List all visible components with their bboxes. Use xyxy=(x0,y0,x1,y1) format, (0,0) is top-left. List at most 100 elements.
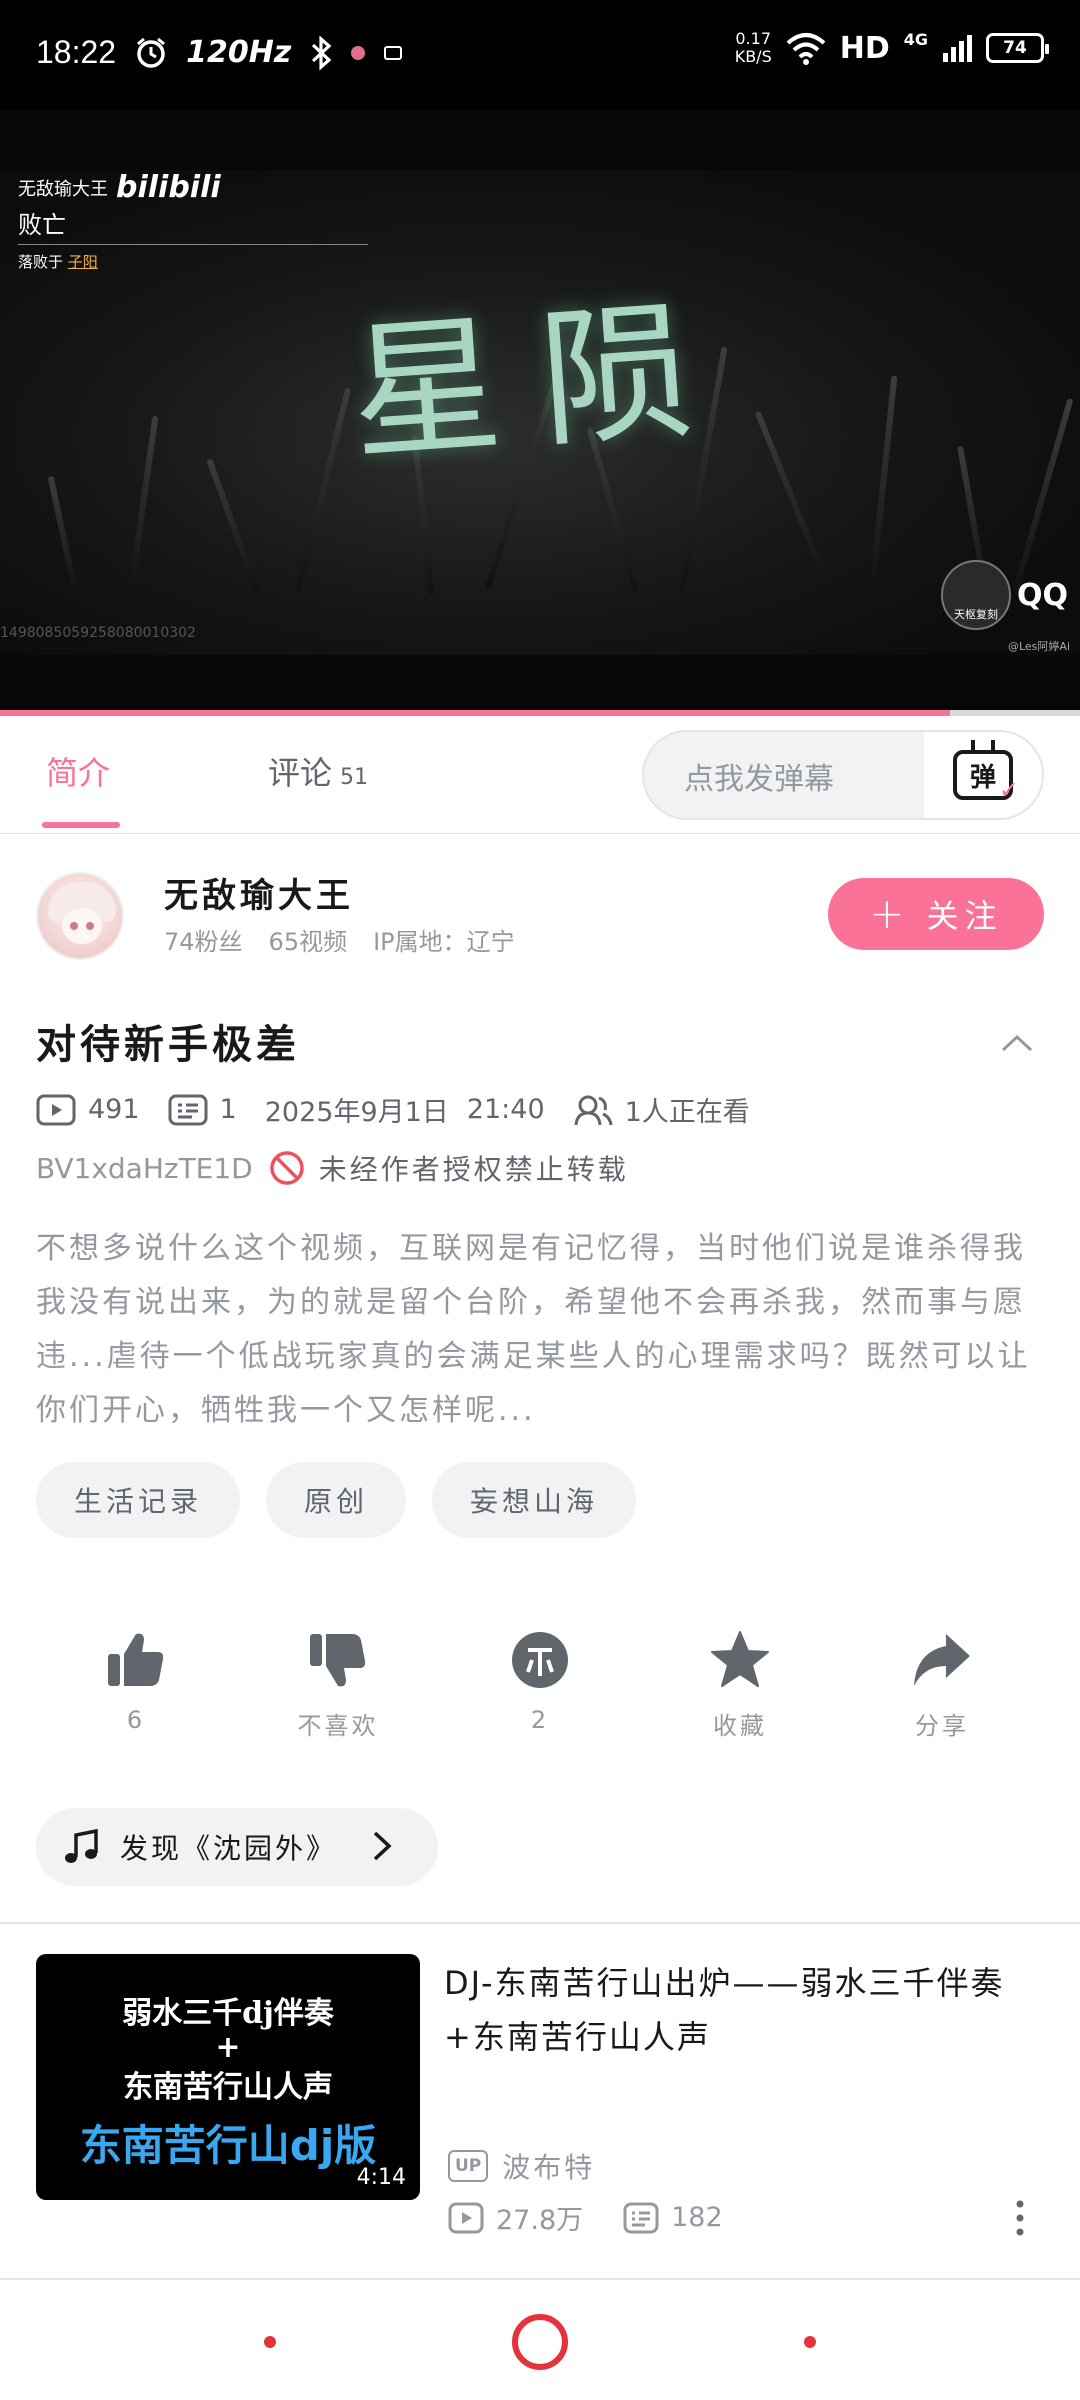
repost-notice: 未经作者授权禁止转载 xyxy=(318,1153,629,1186)
qq-watermark: 天枢复刻 QQ xyxy=(940,560,1068,630)
video-id-watermark: 1498085059258080010302 xyxy=(0,625,196,641)
statue-icon: 天枢复刻 xyxy=(940,560,1011,630)
check-icon: ✓ xyxy=(998,776,1019,804)
watching-now: 1人正在看 xyxy=(624,1097,750,1128)
music-note-icon xyxy=(65,1828,98,1863)
section-divider xyxy=(0,1922,1080,1924)
recommended-title[interactable]: DJ-东南苦行山出炉——弱水三千伴奏+东南苦行山人声 xyxy=(444,1956,1034,2064)
bvid-row: BV1xdaHzTE1D 未经作者授权禁止转载 xyxy=(36,1148,629,1188)
share-button[interactable]: 分享 xyxy=(872,1628,1012,1741)
thumb-line-3: 东南苦行山人声 xyxy=(123,2070,333,2105)
danmaku-toggle-button[interactable]: 弹 ✓ xyxy=(924,732,1042,818)
screen-notification-icon xyxy=(384,45,403,60)
uploader-meta: 74粉丝 65视频 IP属地：辽宁 xyxy=(164,922,515,957)
tab-comments-label: 评论 xyxy=(268,754,333,792)
wifi-icon xyxy=(786,33,826,65)
video-title: 对待新手极差 xyxy=(36,1022,300,1068)
tag-item[interactable]: 原创 xyxy=(266,1462,407,1538)
more-vertical-icon[interactable] xyxy=(1012,2198,1028,2238)
bvid[interactable]: BV1xdaHzTE1D xyxy=(36,1152,253,1185)
overlay-defeated-prefix: 落败于 xyxy=(18,253,64,271)
coin-icon xyxy=(512,1632,568,1688)
tag-item[interactable]: 生活记录 xyxy=(36,1462,241,1538)
battery-level: 74 xyxy=(1003,38,1027,58)
recommended-views: 27.8万 xyxy=(496,2205,584,2236)
follow-label: 关注 xyxy=(926,897,1003,935)
view-count: 491 xyxy=(88,1094,140,1125)
video-stats: 491 1 2025年9月1日 21:40 1人正在看 xyxy=(36,1090,750,1129)
nav-back-button[interactable] xyxy=(804,2336,816,2348)
coin-count: 2 xyxy=(530,1706,550,1734)
nav-menu-button[interactable] xyxy=(264,2336,276,2348)
recommended-danmaku: 182 xyxy=(671,2202,723,2233)
like-button[interactable]: 6 xyxy=(66,1628,206,1734)
music-discover-button[interactable]: 发现《沈园外》 xyxy=(36,1808,438,1886)
tab-intro[interactable]: 简介 xyxy=(46,748,110,794)
chevron-up-icon[interactable] xyxy=(1000,1026,1034,1060)
kill-feed-overlay: 无敌瑜大王 bilibili 败亡 落败于 子阳 xyxy=(18,170,368,272)
recommended-uploader[interactable]: UP 波布特 xyxy=(448,2146,595,2186)
tag-list: 生活记录 原创 妄想山海 xyxy=(36,1462,637,1538)
danmaku-count: 1 xyxy=(219,1094,237,1125)
video-description: 不想多说什么这个视频，互联网是有记忆得，当时他们说是谁杀得我我没有说出来，为的就… xyxy=(36,1231,1031,1428)
watching-icon xyxy=(574,1095,613,1125)
qq-text: QQ xyxy=(1016,577,1068,613)
battery-icon: 74 xyxy=(986,33,1049,63)
play-count-icon xyxy=(36,1094,76,1125)
dislike-label: 不喜欢 xyxy=(297,1712,379,1740)
credit-text: @Les阿婷Ai xyxy=(1007,640,1070,653)
alarm-icon xyxy=(137,37,166,68)
watermark-sub: 天枢复刻 xyxy=(953,608,998,621)
tag-item[interactable]: 妄想山海 xyxy=(432,1462,637,1538)
video-player[interactable]: 星陨 无敌瑜大王 bilibili 败亡 落败于 子阳 149808505925… xyxy=(0,110,1080,715)
status-left: 18:22 120Hz xyxy=(36,34,403,71)
network-type: HD xyxy=(839,30,890,66)
cell-gen: 4G xyxy=(903,30,928,49)
thumbs-down-icon xyxy=(310,1634,366,1687)
up-badge-icon: UP xyxy=(448,2150,489,2182)
publish-time: 21:40 xyxy=(466,1094,545,1125)
nav-home-button[interactable] xyxy=(512,2314,568,2370)
uploader-name[interactable]: 无敌瑜大王 xyxy=(164,868,354,917)
thumb-line-2: + xyxy=(215,2030,241,2065)
dislike-button[interactable]: 不喜欢 xyxy=(268,1628,408,1741)
favorite-button[interactable]: 收藏 xyxy=(670,1628,810,1741)
coin-button[interactable]: 2 xyxy=(470,1628,610,1734)
tab-active-indicator xyxy=(42,822,120,828)
chevron-right-icon xyxy=(373,1831,392,1861)
like-count: 6 xyxy=(126,1706,146,1734)
net-speed-unit: KB/S xyxy=(734,47,772,66)
uploader-fans: 74粉丝 xyxy=(164,928,243,956)
publish-date: 2025年9月1日 xyxy=(264,1097,449,1128)
video-progress-bar[interactable] xyxy=(0,710,1080,716)
video-duration: 4:14 xyxy=(356,2165,406,2190)
uploader-videos: 65视频 xyxy=(268,928,348,956)
bilibili-logo: bilibili xyxy=(116,170,221,205)
app-notification-icon xyxy=(351,45,366,60)
status-bar: 18:22 120Hz 0.17 KB/S HD 4G 74 xyxy=(0,0,1080,110)
thumb-line-1: 弱水三千dj伴奏 xyxy=(122,1996,334,2031)
video-title-art: 星陨 xyxy=(345,281,737,483)
recommended-thumbnail[interactable]: 弱水三千dj伴奏 + 东南苦行山人声 东南苦行山dj版 4:14 xyxy=(36,1954,420,2200)
signal-icon xyxy=(943,35,972,62)
music-label: 发现《沈园外》 xyxy=(120,1832,338,1865)
overlay-divider xyxy=(18,244,368,245)
no-repost-icon xyxy=(270,1151,304,1185)
thumb-line-4: 东南苦行山dj版 xyxy=(79,2121,377,2170)
overlay-uploader: 无敌瑜大王 xyxy=(18,178,108,200)
overlay-defeated-by: 子阳 xyxy=(67,253,98,271)
system-nav-bar xyxy=(0,2278,1080,2400)
net-speed: 0.17 KB/S xyxy=(735,30,772,66)
tab-comments[interactable]: 评论 51 xyxy=(268,748,368,794)
danmaku-input[interactable]: 点我发弹幕 弹 ✓ xyxy=(642,730,1044,820)
follow-button[interactable]: + 关注 xyxy=(828,878,1044,950)
danmaku-icon: 弹 ✓ xyxy=(953,750,1019,804)
action-bar: 6 不喜欢 2 收藏 分享 xyxy=(0,1628,1080,1768)
overlay-status: 败亡 xyxy=(18,211,66,239)
refresh-rate: 120Hz xyxy=(186,35,292,70)
danmaku-icon-char: 弹 xyxy=(969,762,996,793)
uploader-ip: IP属地：辽宁 xyxy=(373,928,515,956)
danmaku-placeholder: 点我发弹幕 xyxy=(684,762,834,797)
status-right: 0.17 KB/S HD 4G 74 xyxy=(735,30,1049,66)
avatar[interactable] xyxy=(36,872,124,960)
